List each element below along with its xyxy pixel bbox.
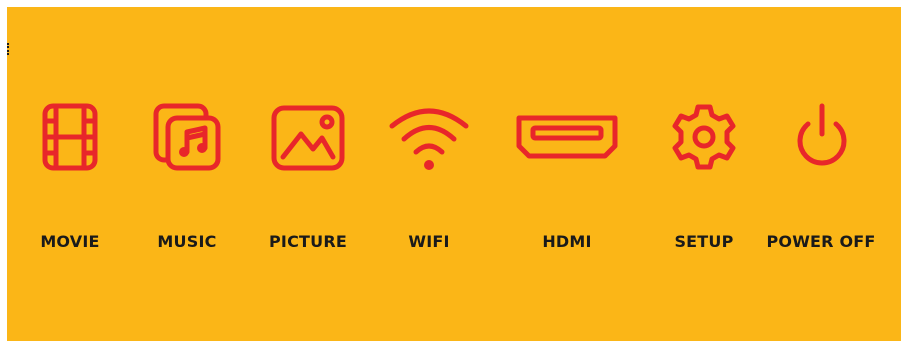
- hdmi-port-icon: [516, 115, 618, 159]
- menu-item-power-off[interactable]: POWER OFF: [765, 102, 877, 272]
- menu-label: HDMI: [542, 232, 592, 251]
- menu-item-hdmi[interactable]: HDMI: [512, 102, 622, 272]
- menu-item-wifi[interactable]: WIFI: [384, 102, 474, 272]
- menu-item-setup[interactable]: SETUP: [659, 102, 749, 272]
- picture-icon: [271, 105, 345, 171]
- menu-item-picture[interactable]: PICTURE: [260, 102, 356, 272]
- media-menu-screen: MOVIE MUSIC PICTURE WIFI HDMI SETUP POWE…: [7, 7, 901, 341]
- gear-icon: [672, 104, 736, 170]
- menu-item-movie[interactable]: MOVIE: [25, 102, 115, 272]
- menu-item-music[interactable]: MUSIC: [142, 102, 232, 272]
- menu-label: PICTURE: [269, 232, 347, 251]
- menu-label: WIFI: [408, 232, 450, 251]
- menu-label: MUSIC: [157, 232, 217, 251]
- edge-marker: [7, 43, 11, 55]
- menu-label: MOVIE: [40, 232, 100, 251]
- menu-label: POWER OFF: [766, 232, 876, 251]
- power-icon: [797, 103, 847, 166]
- menu-label: SETUP: [674, 232, 734, 251]
- film-strip-icon: [42, 103, 98, 171]
- wifi-icon: [389, 108, 469, 170]
- music-library-icon: [153, 103, 221, 171]
